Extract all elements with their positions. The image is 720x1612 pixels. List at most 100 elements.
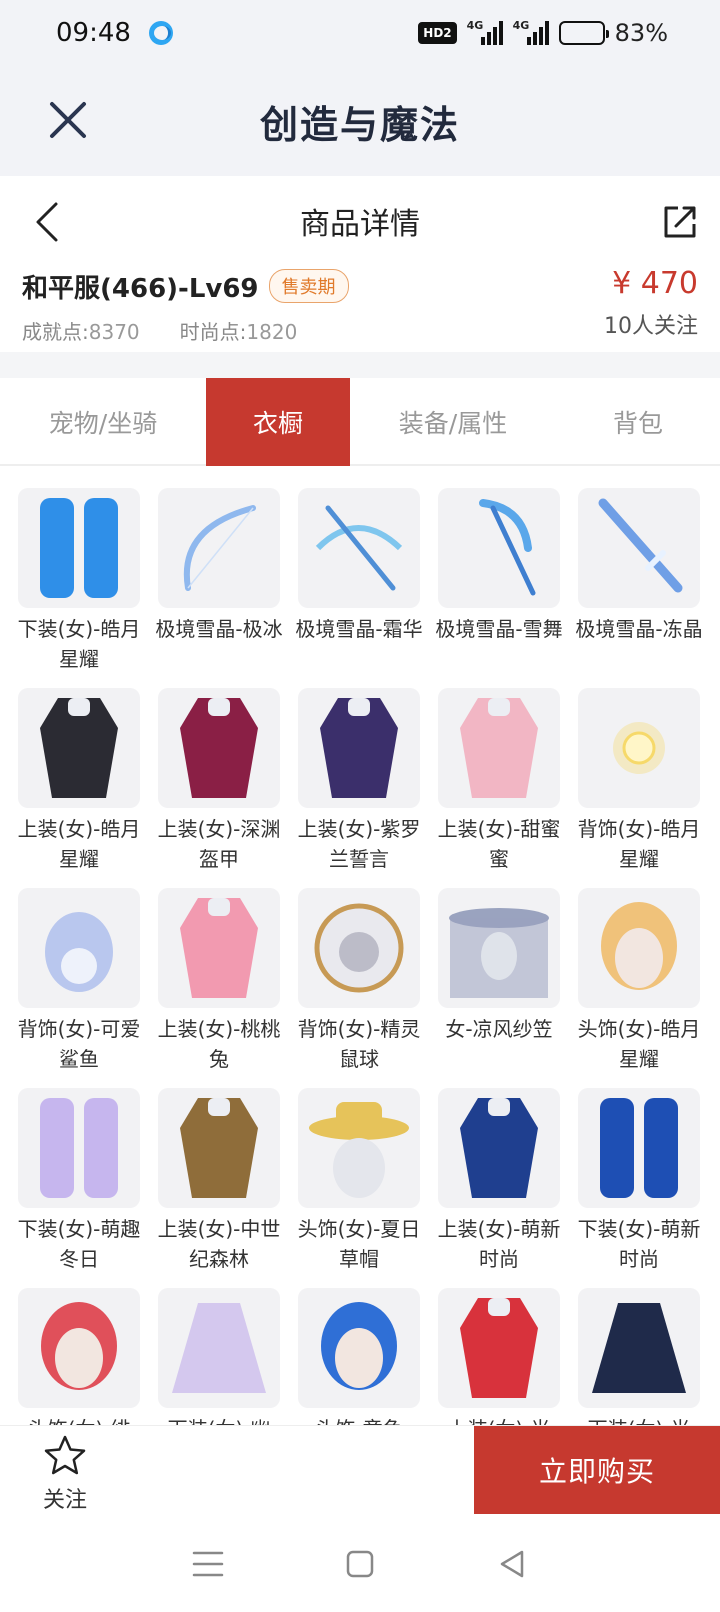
star-icon: [44, 1435, 86, 1475]
veil-hat-icon: [449, 908, 549, 998]
red-horn-head-icon: [41, 1302, 117, 1390]
section-divider: [0, 352, 720, 378]
wardrobe-item[interactable]: 上装(女)-萌新时尚: [438, 1088, 560, 1288]
black-top-icon: [40, 698, 118, 798]
item-thumbnail: [18, 1088, 140, 1208]
item-thumbnail: [18, 888, 140, 1008]
lilac-skirt-icon: [172, 1303, 266, 1393]
item-thumbnail: [298, 1288, 420, 1408]
wardrobe-item[interactable]: 上装(女)-皓月星耀: [18, 688, 140, 888]
item-thumbnail: [158, 888, 280, 1008]
follower-count: 10人关注: [604, 314, 698, 339]
item-thumbnail: [158, 488, 280, 608]
product-info: 和平服(466)-Lv69 售卖期 ¥ 470 成就点:8370 时尚点:182…: [0, 266, 720, 352]
wardrobe-item[interactable]: 头饰(女)-夏日草帽: [298, 1088, 420, 1288]
pink-dress-icon: [460, 698, 538, 798]
ice-crossbow-icon: [315, 505, 403, 591]
item-label: 背饰(女)-精灵鼠球: [297, 1017, 421, 1071]
achievement-points: 成就点:8370: [22, 320, 140, 344]
lavender-boots-icon: [40, 1098, 118, 1198]
item-thumbnail: [18, 488, 140, 608]
follow-button[interactable]: 关注: [30, 1434, 100, 1514]
item-label: 背饰(女)-皓月星耀: [577, 817, 701, 871]
item-label: 下装(女)-萌新时尚: [577, 1217, 701, 1271]
item-label: 下装(女)-光: [569, 1414, 708, 1425]
violet-dress-icon: [320, 698, 398, 798]
item-thumbnail: [18, 1288, 140, 1408]
item-label: 上装(女)-皓月星耀: [18, 817, 141, 871]
wardrobe-item[interactable]: 下装(女)-萌新时尚: [578, 1088, 700, 1288]
item-label: 下装(女)-萌趣冬日: [18, 1217, 141, 1271]
blue-skirt-icon: [40, 498, 118, 598]
item-label: 极境雪晶-冻晶: [575, 617, 703, 641]
wardrobe-item[interactable]: 极境雪晶-霜华: [295, 488, 423, 688]
close-icon[interactable]: [44, 96, 92, 144]
tab-bar: 宠物/坐骑 衣橱 装备/属性 背包: [0, 378, 720, 466]
notification-app-icon: [148, 21, 173, 45]
item-thumbnail: [578, 1288, 700, 1408]
wardrobe-item[interactable]: 上装(女)-光: [438, 1288, 560, 1425]
wardrobe-item[interactable]: 下装(女)-光: [578, 1288, 700, 1425]
battery-percent: 83%: [614, 19, 668, 47]
tab-pets-mounts[interactable]: 宠物/坐骑: [0, 378, 206, 466]
item-thumbnail: [578, 488, 700, 608]
back-icon[interactable]: [30, 200, 66, 244]
buy-now-button[interactable]: 立即购买: [474, 1426, 720, 1514]
tab-backpack[interactable]: 背包: [556, 378, 720, 466]
octopus-hat-icon: [321, 1302, 397, 1390]
battery-icon: [558, 21, 609, 45]
item-label: 背饰(女)-可爱鲨鱼: [18, 1017, 141, 1071]
item-label: 女-凉风纱笠: [445, 1017, 553, 1041]
item-label: 下装(女)-幽: [149, 1414, 289, 1425]
wardrobe-item[interactable]: 下装(女)-幽: [158, 1288, 280, 1425]
pink-plaid-top-icon: [180, 898, 258, 998]
follow-label: 关注: [42, 1488, 87, 1513]
wardrobe-item[interactable]: 极境雪晶-冻晶: [575, 488, 703, 688]
tab-wardrobe[interactable]: 衣橱: [206, 378, 350, 466]
item-label: 上装(女)-光: [429, 1414, 569, 1425]
item-thumbnail: [158, 1088, 280, 1208]
wardrobe-item[interactable]: 背饰(女)-可爱鲨鱼: [18, 888, 140, 1088]
wardrobe-item[interactable]: 上装(女)-中世纪森林: [158, 1088, 280, 1288]
abyss-armor-icon: [180, 698, 258, 798]
signal-icon-1: 4G: [467, 19, 503, 45]
wardrobe-item[interactable]: 上装(女)-深渊盔甲: [158, 688, 280, 888]
shark-plush-icon: [45, 912, 113, 992]
item-label: 下装(女)-皓月星耀: [18, 617, 141, 671]
tab-equipment-attributes[interactable]: 装备/属性: [350, 378, 556, 466]
wardrobe-item[interactable]: 头饰(女)-皓月星耀: [578, 888, 700, 1088]
wardrobe-item[interactable]: 女-凉风纱笠: [438, 888, 560, 1088]
item-label: 上装(女)-紫罗兰誓言: [297, 817, 421, 871]
system-nav-bar: [0, 1515, 720, 1612]
item-thumbnail: [18, 688, 140, 808]
wardrobe-item[interactable]: 背饰(女)-皓月星耀: [578, 688, 700, 888]
wardrobe-grid: 下装(女)-皓月星耀 极境雪晶-极冰 极境雪晶-霜华 极境雪晶-雪舞 极境雪晶-冻晶上装…: [18, 488, 708, 1425]
item-thumbnail: [438, 688, 560, 808]
item-thumbnail: [578, 688, 700, 808]
wardrobe-item[interactable]: 头饰-章鱼: [298, 1288, 420, 1425]
item-label: 上装(女)-甜蜜蜜: [437, 817, 561, 871]
wardrobe-item[interactable]: 下装(女)-皓月星耀: [18, 488, 140, 688]
glow-orb-icon: [613, 722, 665, 774]
wardrobe-item[interactable]: 上装(女)-紫罗兰誓言: [298, 688, 420, 888]
item-thumbnail: [438, 888, 560, 1008]
item-thumbnail: [578, 1088, 700, 1208]
menu-icon[interactable]: [191, 1547, 225, 1581]
ice-sword-icon: [598, 498, 683, 593]
wardrobe-item[interactable]: 背饰(女)-精灵鼠球: [298, 888, 420, 1088]
wardrobe-item[interactable]: 头饰(女)-绯: [18, 1288, 140, 1425]
back-nav-icon[interactable]: [495, 1547, 529, 1581]
app-header: 创造与魔法: [0, 66, 720, 176]
item-thumbnail: [298, 688, 420, 808]
forest-top-icon: [180, 1098, 258, 1198]
item-label: 极境雪晶-霜华: [295, 617, 423, 641]
wardrobe-item[interactable]: 上装(女)-桃桃兔: [158, 888, 280, 1088]
straw-hat-icon: [309, 1102, 409, 1198]
wardrobe-item[interactable]: 下装(女)-萌趣冬日: [18, 1088, 140, 1288]
item-label: 头饰(女)-皓月星耀: [577, 1017, 701, 1071]
wardrobe-item[interactable]: 上装(女)-甜蜜蜜: [438, 688, 560, 888]
wardrobe-item[interactable]: 极境雪晶-极冰: [155, 488, 283, 688]
share-icon[interactable]: [662, 204, 698, 240]
home-icon[interactable]: [343, 1547, 377, 1581]
wardrobe-item[interactable]: 极境雪晶-雪舞: [435, 488, 563, 688]
